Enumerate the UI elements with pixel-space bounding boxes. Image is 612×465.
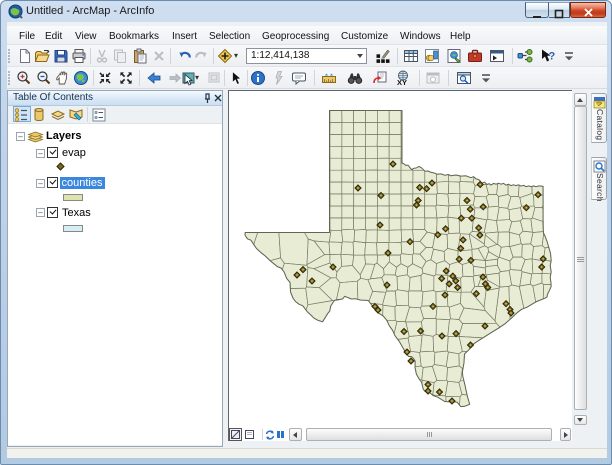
svg-text:?: ? [549, 51, 556, 63]
svg-text:XY: XY [397, 78, 407, 86]
